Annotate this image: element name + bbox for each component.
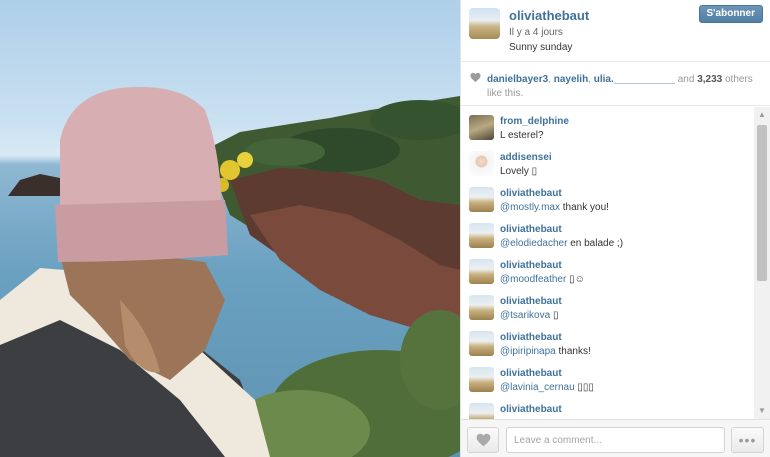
heart-icon	[476, 433, 491, 447]
comment-username[interactable]: oliviathebaut	[500, 296, 562, 307]
comments-list[interactable]: from_delphine L esterel? addisensei Love…	[461, 107, 770, 419]
likes-count[interactable]: 3,233	[697, 74, 722, 85]
avatar[interactable]	[469, 187, 494, 212]
avatar[interactable]	[469, 367, 494, 392]
triangle-up-icon[interactable]: ▲	[754, 107, 770, 123]
avatar[interactable]	[469, 223, 494, 248]
comment-text: L esterel?	[500, 130, 544, 141]
post-username[interactable]: oliviathebaut	[509, 8, 589, 23]
comment-item: addisensei Lovely ▯	[461, 143, 751, 179]
comment-item: oliviathebaut @elodiedacher en balade ;)	[461, 215, 751, 251]
like-button[interactable]	[467, 427, 499, 453]
comment-item: oliviathebaut @mostly.max thank you!	[461, 179, 751, 215]
comment-item: oliviathebaut @tsarikova ▯	[461, 287, 751, 323]
comment-item: oliviathebaut @moodfeather ▯☺	[461, 251, 751, 287]
mention-link[interactable]: @mostly.max	[500, 202, 560, 213]
mention-link[interactable]: @ipiripinapa	[500, 346, 556, 357]
avatar[interactable]	[469, 115, 494, 140]
comment-username[interactable]: oliviathebaut	[500, 368, 562, 379]
avatar[interactable]	[469, 331, 494, 356]
comment-username[interactable]: oliviathebaut	[500, 332, 562, 343]
avatar[interactable]	[469, 8, 500, 39]
comment-text: @ipiripinapa thanks!	[500, 346, 591, 357]
mention-link[interactable]: @moodfeather	[500, 274, 566, 285]
mention-link[interactable]: @tsarikova	[500, 310, 550, 321]
comment-username[interactable]: oliviathebaut	[500, 224, 562, 235]
liker-link[interactable]: danielbayer3	[487, 74, 548, 85]
liker-link[interactable]: ulia.___________	[594, 74, 675, 85]
liker-link[interactable]: nayelih	[554, 74, 588, 85]
scrollbar-thumb[interactable]	[757, 125, 767, 281]
avatar[interactable]	[469, 295, 494, 320]
comments-scrollbar[interactable]: ▲ ▼	[754, 107, 770, 419]
post-timestamp[interactable]: Il y a 4 jours	[509, 27, 563, 38]
avatar[interactable]	[469, 403, 494, 419]
heart-icon	[470, 72, 481, 83]
likes-text: danielbayer3, nayelih, ulia.___________ …	[487, 74, 753, 99]
comment-item: oliviathebaut @lavinia_cernau ▯▯▯	[461, 359, 751, 395]
avatar[interactable]	[469, 151, 494, 176]
comment-text: @lavinia_cernau ▯▯▯	[500, 382, 594, 393]
comment-item: oliviathebaut @ipiripinapa thanks!	[461, 323, 751, 359]
comment-footer: •••	[461, 419, 770, 457]
post-side-panel: oliviathebaut Il y a 4 jours Sunny sunda…	[460, 0, 770, 457]
likes-section: danielbayer3, nayelih, ulia.___________ …	[461, 62, 770, 106]
post-photo[interactable]	[0, 0, 460, 457]
ellipsis-icon[interactable]: •••	[731, 427, 764, 453]
comment-username[interactable]: oliviathebaut	[500, 188, 562, 199]
comment-username[interactable]: addisensei	[500, 152, 552, 163]
photo-scene	[0, 86, 460, 457]
follow-button[interactable]: S'abonner	[698, 5, 763, 23]
comment-text: @tsarikova ▯	[500, 310, 559, 321]
comment-text: Lovely ▯	[500, 166, 538, 177]
avatar[interactable]	[469, 259, 494, 284]
comment-text: @elodiedacher en balade ;)	[500, 238, 624, 249]
mention-link[interactable]: @lavinia_cernau	[500, 382, 575, 393]
mention-link[interactable]: @elodiedacher	[500, 238, 567, 249]
comment-username[interactable]: oliviathebaut	[500, 260, 562, 271]
post-caption: Sunny sunday	[509, 42, 573, 53]
comment-username[interactable]: oliviathebaut	[500, 404, 562, 415]
triangle-down-icon[interactable]: ▼	[754, 403, 770, 419]
post-header: oliviathebaut Il y a 4 jours Sunny sunda…	[461, 0, 770, 62]
comment-item: from_delphine L esterel?	[461, 107, 751, 143]
comment-text: @mostly.max thank you!	[500, 202, 609, 213]
comment-text: @moodfeather ▯☺	[500, 274, 585, 285]
comment-username[interactable]: from_delphine	[500, 116, 569, 127]
comment-item: oliviathebaut	[461, 395, 751, 419]
comment-input[interactable]	[506, 427, 725, 453]
